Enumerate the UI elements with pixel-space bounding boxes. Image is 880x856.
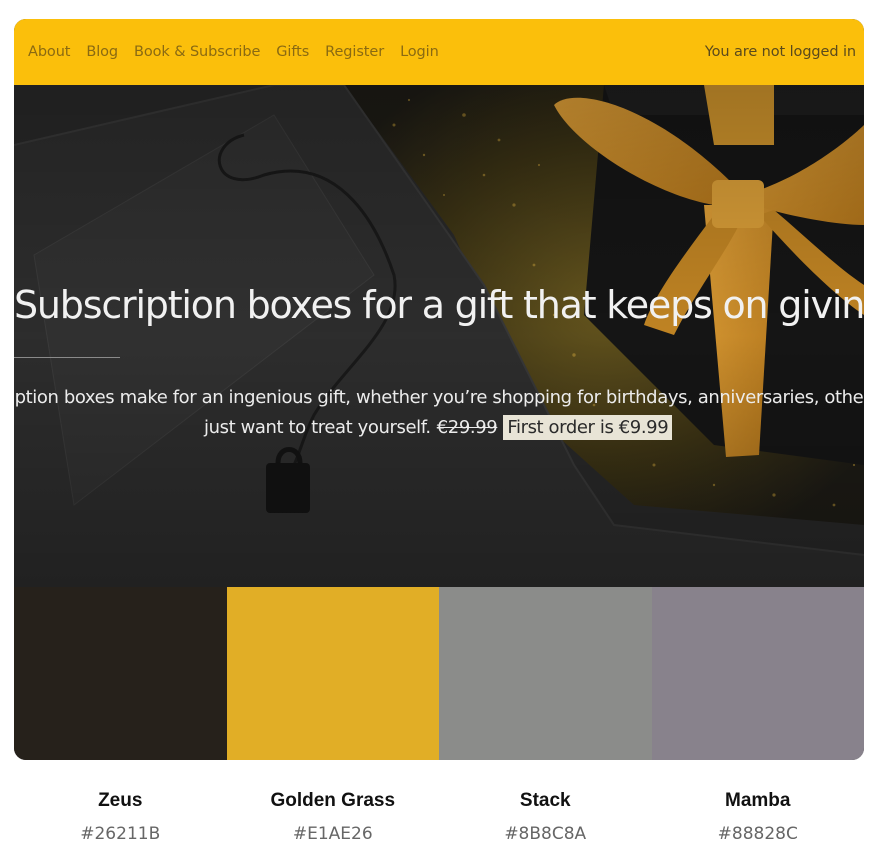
color-name: Zeus [98, 790, 143, 811]
nav-gifts-link[interactable]: Gifts [276, 44, 309, 60]
hero-card: About Blog Book & Subscribe Gifts Regist… [14, 19, 864, 760]
promo-badge: First order is €9.99 [503, 415, 673, 440]
palette-label-stack: Stack #8B8C8A [439, 790, 652, 844]
palette-label-mamba: Mamba #88828C [652, 790, 865, 844]
top-navbar: About Blog Book & Subscribe Gifts Regist… [14, 19, 864, 85]
color-swatches [14, 587, 864, 760]
swatch-golden-grass [226, 587, 439, 760]
color-hex: #E1AE26 [292, 824, 373, 844]
hero-subtitle-line2: just want to treat yourself. €29.99 Firs… [204, 415, 673, 440]
color-name: Mamba [725, 790, 791, 811]
nav-about-link[interactable]: About [28, 44, 70, 60]
swatch-stack [439, 587, 652, 760]
color-hex: #8B8C8A [504, 824, 587, 844]
color-name: Stack [519, 790, 571, 811]
nav-login-link[interactable]: Login [400, 44, 439, 60]
swatch-mamba [651, 587, 864, 760]
color-hex: #26211B [80, 824, 161, 844]
color-name: Golden Grass [270, 790, 396, 811]
nav-links: About Blog Book & Subscribe Gifts Regist… [28, 44, 455, 60]
hero-divider [14, 357, 120, 358]
palette-label-golden-grass: Golden Grass #E1AE26 [227, 790, 440, 844]
old-price: €29.99 [436, 417, 498, 438]
hero-subtitle-text: just want to treat yourself. [204, 417, 431, 438]
palette-label-zeus: Zeus #26211B [14, 790, 227, 844]
palette-labels: Zeus #26211B Golden Grass #E1AE26 Stack … [14, 790, 864, 844]
nav-register-link[interactable]: Register [325, 44, 384, 60]
hero-gift-image [14, 85, 864, 587]
hero-banner: Subscription boxes for a gift that keeps… [14, 85, 864, 587]
color-hex: #88828C [717, 824, 798, 844]
hero-title: Subscription boxes for a gift that keeps… [14, 283, 864, 327]
login-status: You are not logged in [704, 44, 856, 60]
swatch-zeus [14, 587, 227, 760]
nav-book-subscribe-link[interactable]: Book & Subscribe [134, 44, 260, 60]
hero-subtitle-line1: iption boxes make for an ingenious gift,… [14, 387, 864, 408]
nav-blog-link[interactable]: Blog [86, 44, 118, 60]
